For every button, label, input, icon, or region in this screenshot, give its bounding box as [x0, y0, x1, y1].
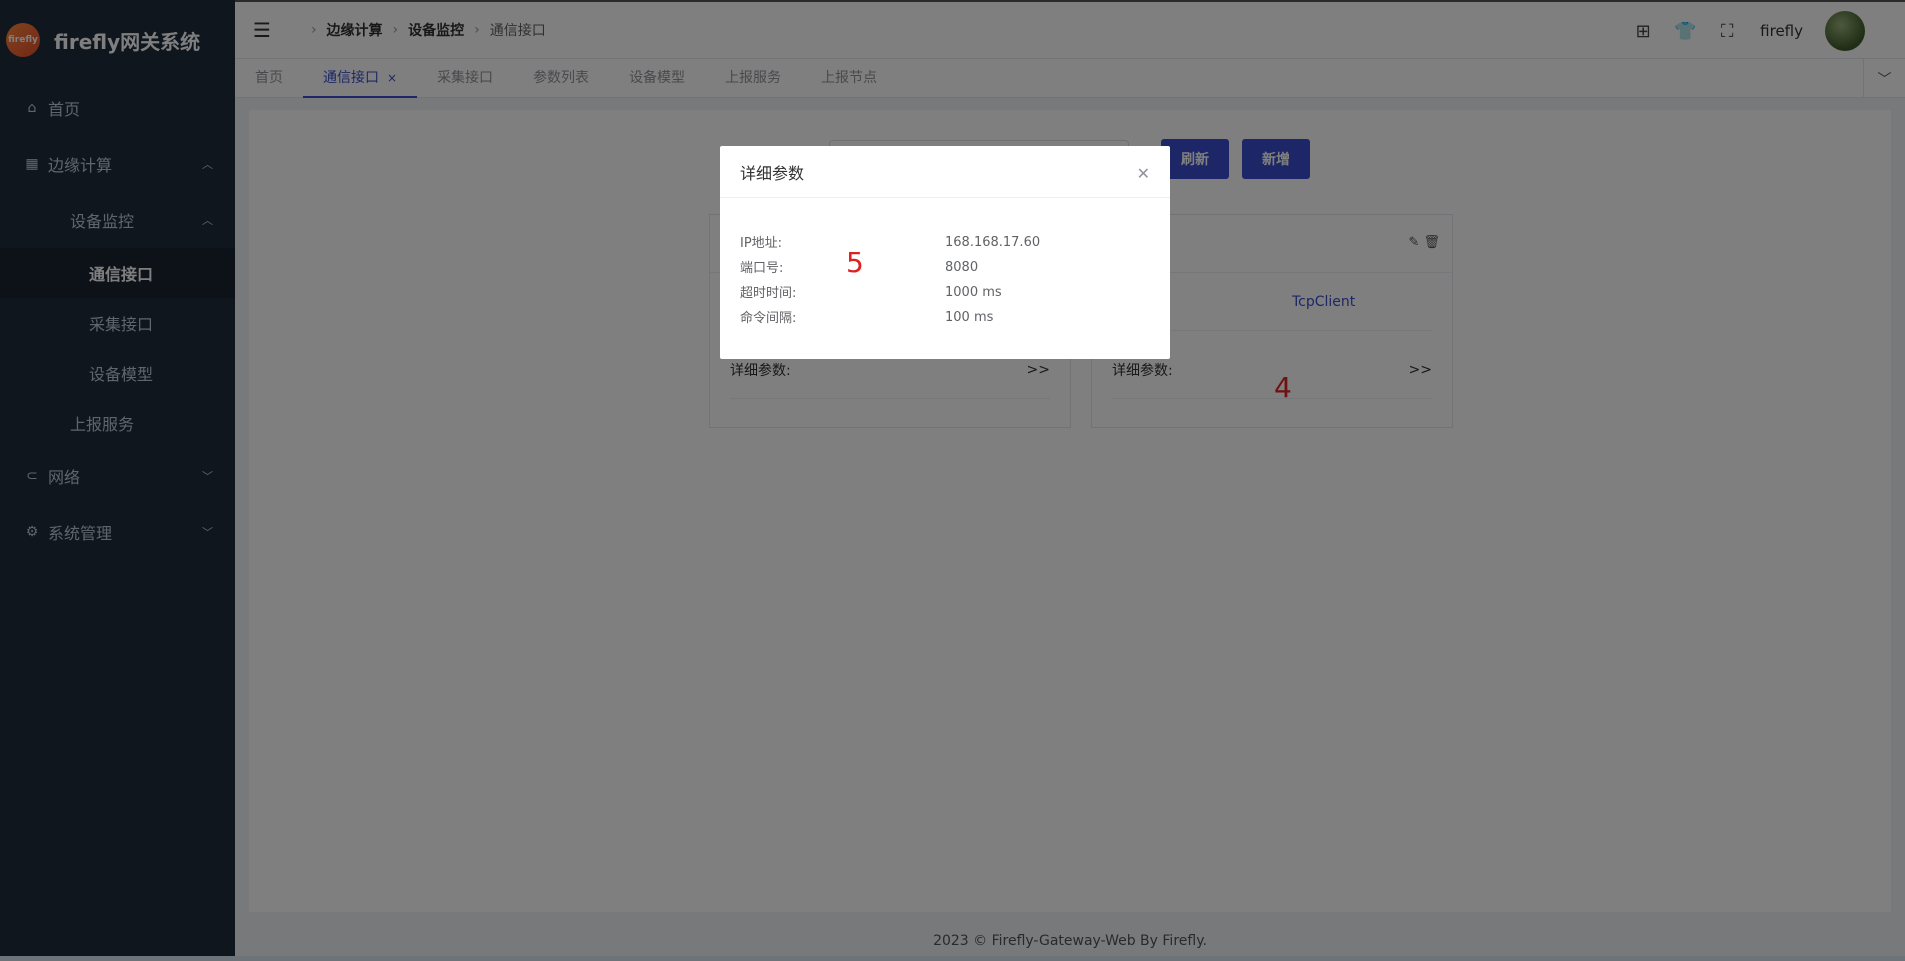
annotation-number: 5 — [846, 246, 864, 279]
dialog-row-value: 1000 ms — [945, 285, 1002, 300]
modal-overlay[interactable] — [0, 0, 1905, 961]
dialog-title: 详细参数 — [740, 163, 805, 183]
app-root: firefly firefly网关系统 ⌂ 首页 ▦ 边缘计算 ︿ 设备监控 ︿… — [0, 0, 1905, 961]
dialog-row-value: 168.168.17.60 — [945, 235, 1041, 250]
dialog-row-label: IP地址: — [740, 236, 783, 251]
dialog-row-value: 100 ms — [945, 310, 994, 325]
dialog-row-label: 端口号: — [740, 261, 784, 276]
detail-dialog: 详细参数 ✕ IP地址: 168.168.17.60 端口号: 8080 超时时… — [720, 146, 1170, 359]
close-icon[interactable]: ✕ — [1137, 164, 1150, 183]
dialog-header: 详细参数 ✕ — [720, 146, 1170, 198]
dialog-row-label: 命令间隔: — [740, 311, 797, 326]
dialog-row-label: 超时时间: — [740, 286, 797, 301]
dialog-row-value: 8080 — [945, 260, 979, 275]
